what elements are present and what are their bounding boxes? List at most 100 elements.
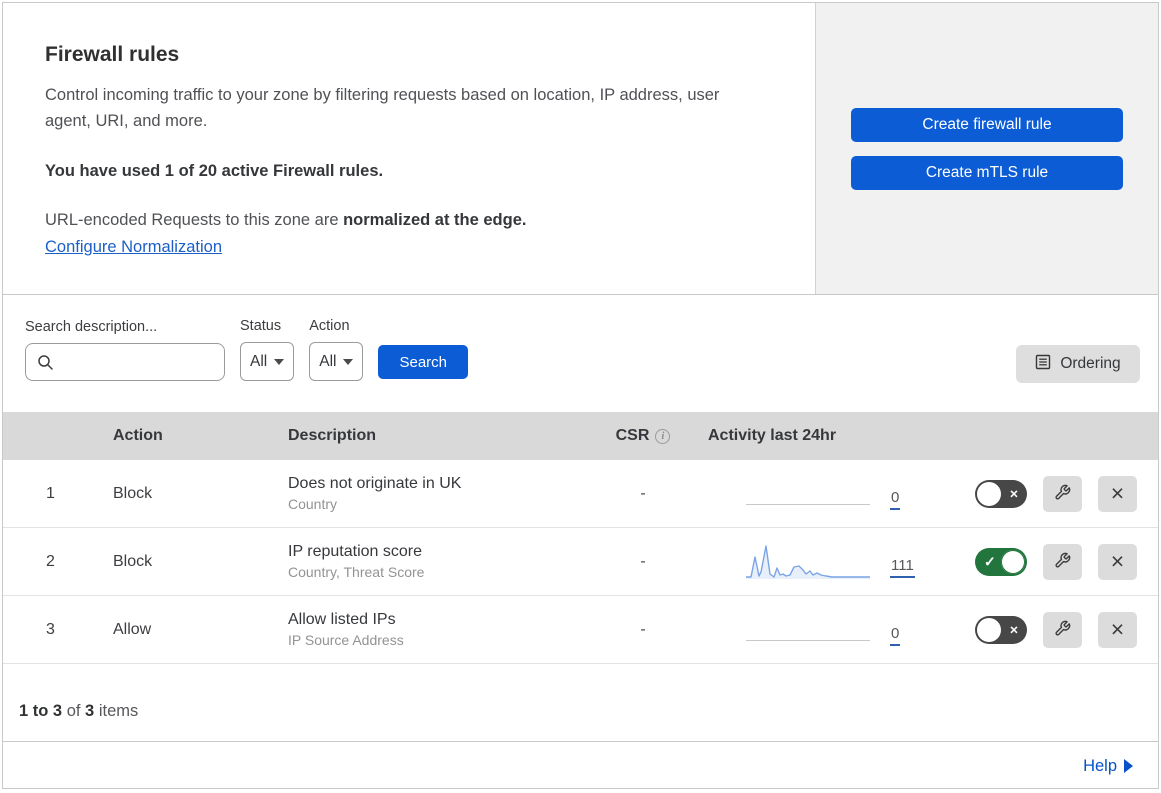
wrench-icon: [1054, 618, 1071, 641]
range-text: 1 to 3: [19, 702, 63, 720]
rule-controls: ✓ × ×: [948, 611, 1158, 648]
action-filter-value: All: [319, 352, 337, 370]
rule-description-cell: IP reputation score Country, Threat Scor…: [273, 543, 588, 580]
page-description: Control incoming traffic to your zone by…: [45, 86, 720, 130]
search-icon: [37, 354, 54, 376]
activity-count-link[interactable]: 0: [890, 625, 901, 646]
rule-fields: Country, Threat Score: [288, 564, 425, 580]
chevron-down-icon: [274, 358, 285, 365]
rule-enabled-toggle[interactable]: ✓ ×: [975, 547, 1027, 576]
delete-rule-button[interactable]: ×: [1098, 475, 1137, 512]
rule-controls: ✓ × ×: [948, 475, 1158, 512]
page-header-text: Firewall rules Control incoming traffic …: [3, 3, 815, 294]
rule-title: Allow listed IPs: [288, 611, 396, 628]
rule-fields: IP Source Address: [288, 632, 404, 648]
ordering-button[interactable]: Ordering: [1016, 345, 1140, 383]
usage-summary: You have used 1 of 20 active Firewall ru…: [45, 162, 384, 181]
rule-fields: Country: [288, 496, 338, 512]
actions-panel: Create firewall rule Create mTLS rule: [815, 3, 1158, 294]
toggle-x-icon: ×: [1009, 621, 1018, 638]
table-header: Action Description CSR i Activity last 2…: [3, 412, 1158, 460]
action-filter-dropdown[interactable]: All: [309, 342, 364, 381]
rule-activity-cell: 111: [698, 544, 948, 580]
info-icon[interactable]: i: [655, 428, 671, 444]
rule-csr-value: -: [640, 484, 646, 502]
ordering-list-icon: [1035, 354, 1051, 375]
ordering-button-label: Ordering: [1060, 355, 1121, 372]
search-input-wrapper: [25, 343, 225, 381]
rule-priority: 3: [46, 620, 55, 638]
wrench-icon: [1054, 482, 1071, 505]
status-filter-label: Status: [240, 318, 282, 334]
help-link-label: Help: [1083, 756, 1117, 775]
create-mtls-rule-button[interactable]: Create mTLS rule: [851, 155, 1123, 190]
close-icon: ×: [1110, 480, 1125, 506]
page-header-section: Firewall rules Control incoming traffic …: [3, 3, 1158, 295]
filter-bar: Search description... Status All Action: [3, 295, 1158, 412]
delete-rule-button[interactable]: ×: [1098, 543, 1137, 580]
rule-description-cell: Does not originate in UK Country: [273, 475, 588, 512]
configure-normalization-link[interactable]: Configure Normalization: [45, 238, 222, 256]
rule-priority: 2: [46, 552, 55, 570]
toggle-knob: [1001, 549, 1025, 574]
wrench-icon: [1054, 550, 1071, 573]
page-title: Firewall rules: [45, 43, 180, 66]
firewall-rules-page: Firewall rules Control incoming traffic …: [2, 2, 1159, 789]
items-text: items: [94, 702, 139, 720]
total-text: 3: [85, 702, 95, 720]
rule-activity-cell: 0: [698, 612, 948, 648]
chevron-down-icon: [343, 358, 354, 365]
search-label: Search description...: [25, 319, 158, 335]
toggle-knob: [977, 617, 1001, 642]
table-row: 1 Block Does not originate in UK Country…: [3, 460, 1158, 528]
table-row: 3 Allow Allow listed IPs IP Source Addre…: [3, 596, 1158, 664]
rule-title: Does not originate in UK: [288, 475, 462, 492]
toggle-knob: [977, 481, 1001, 506]
rule-csr-value: -: [640, 620, 646, 638]
rule-controls: ✓ × ×: [948, 543, 1158, 580]
csr-header-label: CSR: [615, 427, 650, 444]
help-bar: Help: [3, 742, 1158, 788]
header-cell-description: Description: [288, 427, 377, 444]
rule-action: Block: [113, 552, 153, 570]
close-icon: ×: [1110, 548, 1125, 574]
activity-sparkline-flat: [746, 476, 870, 512]
toggle-check-icon: ✓: [984, 553, 996, 570]
edit-rule-button[interactable]: [1043, 475, 1082, 512]
normalization-note-bold: normalized at the edge.: [343, 211, 527, 230]
delete-rule-button[interactable]: ×: [1098, 611, 1137, 648]
caret-right-icon: [1124, 759, 1133, 773]
rule-description-cell: Allow listed IPs IP Source Address: [273, 611, 588, 648]
normalization-note-text: URL-encoded Requests to this zone are: [45, 211, 344, 230]
rule-enabled-toggle[interactable]: ✓ ×: [975, 479, 1027, 508]
activity-sparkline-chart: [746, 544, 870, 580]
of-text: of: [62, 702, 86, 720]
search-button[interactable]: Search: [378, 345, 468, 379]
help-link[interactable]: Help: [1083, 757, 1133, 776]
rule-title: IP reputation score: [288, 543, 423, 560]
activity-count-link[interactable]: 0: [890, 489, 901, 510]
search-input[interactable]: [62, 344, 220, 380]
header-cell-activity: Activity last 24hr: [708, 427, 837, 444]
close-icon: ×: [1110, 616, 1125, 642]
rule-activity-cell: 0: [698, 476, 948, 512]
action-filter-label: Action: [309, 318, 350, 334]
rule-action: Block: [113, 484, 153, 502]
header-cell-csr: CSR i: [588, 427, 698, 445]
edit-rule-button[interactable]: [1043, 611, 1082, 648]
rule-enabled-toggle[interactable]: ✓ ×: [975, 615, 1027, 644]
edit-rule-button[interactable]: [1043, 543, 1082, 580]
activity-count-link[interactable]: 111: [890, 557, 915, 578]
toggle-x-icon: ×: [1009, 485, 1018, 502]
rule-csr-value: -: [640, 552, 646, 570]
pagination-summary: 1 to 3 of 3 items: [3, 664, 1158, 742]
status-filter-value: All: [250, 352, 268, 370]
status-filter-dropdown[interactable]: All: [240, 342, 295, 381]
create-firewall-rule-button[interactable]: Create firewall rule: [851, 107, 1123, 142]
rule-priority: 1: [46, 484, 55, 502]
header-cell-action: Action: [113, 427, 163, 444]
rule-action: Allow: [113, 620, 152, 638]
activity-sparkline-flat: [746, 612, 870, 648]
table-row: 2 Block IP reputation score Country, Thr…: [3, 528, 1158, 596]
normalization-note: URL-encoded Requests to this zone are no…: [45, 211, 769, 230]
